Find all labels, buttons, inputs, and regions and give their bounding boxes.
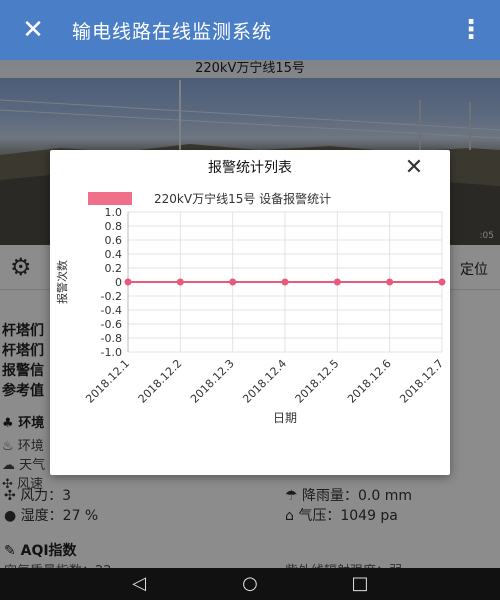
y-tick-label: -0.4 (101, 304, 122, 317)
y-tick-label: 0 (115, 276, 122, 289)
recents-icon[interactable]: □ (345, 571, 375, 597)
y-axis-label: 报警次数 (55, 260, 69, 304)
data-point (438, 278, 446, 286)
y-tick-label: -0.6 (101, 318, 122, 331)
x-tick-label: 2018.12.4 (240, 357, 289, 406)
alarm-chart: 220kV万宁线15号 设备报警统计1.00.80.60.40.20-0.2-0… (55, 191, 446, 425)
x-axis-label: 日期 (273, 411, 297, 425)
x-tick-label: 2018.12.7 (397, 357, 446, 406)
data-point (176, 278, 184, 286)
dialog-close-icon[interactable]: ✕ (400, 154, 428, 182)
home-icon[interactable]: ○ (235, 571, 265, 597)
x-tick-label: 2018.12.6 (345, 357, 394, 406)
y-tick-label: -0.2 (101, 290, 122, 303)
data-point (333, 278, 341, 286)
dialog-title: 报警统计列表 (208, 160, 292, 176)
x-tick-label: 2018.12.3 (188, 357, 237, 406)
close-icon[interactable]: ✕ (18, 15, 48, 45)
legend-label: 220kV万宁线15号 设备报警统计 (154, 191, 331, 206)
app-bar: ✕ 输电线路在线监测系统 ⋮ (0, 0, 500, 60)
overflow-menu-icon[interactable]: ⋮ (458, 14, 484, 46)
y-tick-label: 0.6 (105, 234, 123, 247)
back-icon[interactable]: ◁ (124, 571, 154, 597)
data-point (281, 278, 289, 286)
app-title: 输电线路在线监测系统 (72, 21, 273, 43)
y-tick-label: -0.8 (101, 332, 122, 345)
data-point (124, 278, 132, 286)
y-tick-label: 0.2 (105, 262, 123, 275)
legend-swatch (88, 192, 132, 205)
alarm-stats-dialog: 报警统计列表 ✕ 220kV万宁线15号 设备报警统计 1.0 0.8 0.6 0.4 0… (50, 150, 450, 475)
x-tick-label: 2018.12.2 (136, 357, 185, 406)
y-tick-label: 1.0 (105, 206, 123, 219)
y-tick-label: 0.8 (105, 220, 123, 233)
system-nav-bar: ◁ ○ □ (0, 568, 500, 600)
data-point (229, 278, 237, 286)
y-tick-label: 0.4 (105, 248, 123, 261)
x-tick-label: 2018.12.1 (83, 357, 132, 406)
x-tick-label: 2018.12.5 (293, 357, 342, 406)
data-point (386, 278, 394, 286)
y-tick-label: -1.0 (101, 346, 122, 359)
